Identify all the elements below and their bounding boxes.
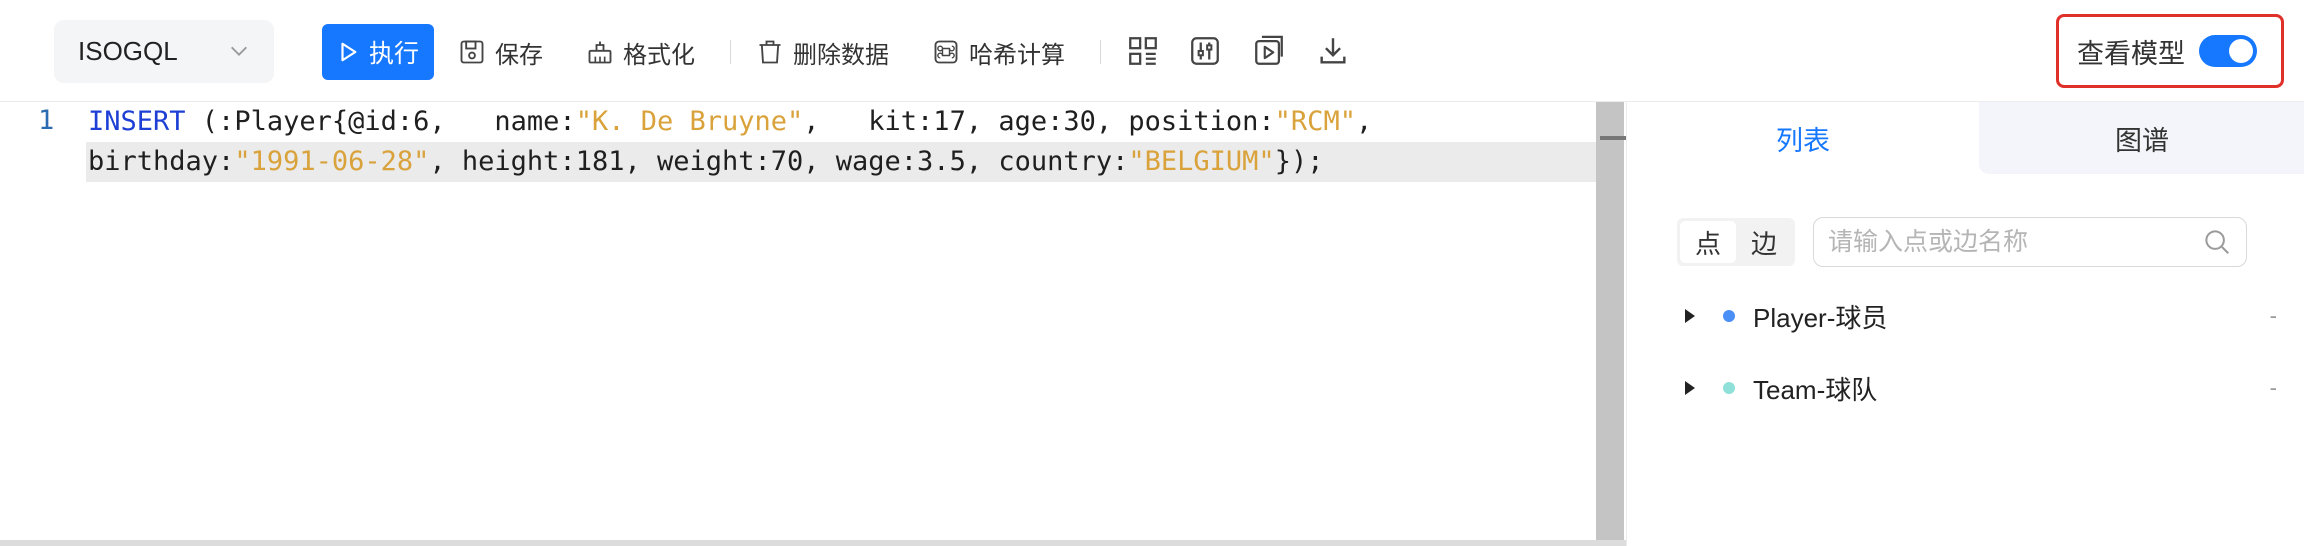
hash-calc-button[interactable]: 哈希计算 bbox=[932, 24, 1065, 80]
editor-scrollbar[interactable] bbox=[1596, 102, 1624, 540]
delete-data-button-label: 删除数据 bbox=[793, 41, 889, 69]
tab-graph[interactable]: 图谱 bbox=[1979, 102, 2304, 174]
format-button-label: 格式化 bbox=[623, 41, 695, 69]
run-button[interactable]: 执行 bbox=[322, 24, 434, 80]
switch-knob bbox=[2229, 39, 2253, 63]
caret-right-icon[interactable] bbox=[1683, 379, 1697, 397]
code-string: "1991-06-28" bbox=[234, 146, 430, 177]
code-string: "BELGIUM" bbox=[1128, 146, 1275, 177]
editor-bottom-scrollbar[interactable] bbox=[0, 540, 1626, 546]
toolbar-divider bbox=[730, 40, 731, 64]
brush-icon bbox=[588, 41, 612, 64]
format-button[interactable]: 格式化 bbox=[586, 24, 695, 80]
tab-list[interactable]: 列表 bbox=[1627, 102, 1979, 174]
caret-right-icon[interactable] bbox=[1683, 307, 1697, 325]
list-item-tail: - bbox=[2269, 303, 2277, 328]
line-number: 1 bbox=[38, 105, 55, 136]
code-line-1: INSERT (:Player{@id:6, name:"K. De Bruyn… bbox=[88, 102, 1372, 142]
code-text: , bbox=[1355, 106, 1373, 137]
segment-edge[interactable]: 边 bbox=[1736, 221, 1792, 263]
vertex-color-dot bbox=[1723, 382, 1735, 394]
view-model-toggle-group: 查看模型 bbox=[2056, 14, 2284, 88]
hash-calc-button-label: 哈希计算 bbox=[969, 41, 1065, 69]
play-icon bbox=[341, 42, 357, 62]
search-icon[interactable] bbox=[2202, 227, 2232, 257]
list-item-label: Player-球员 bbox=[1753, 302, 1888, 333]
run-button-label: 执行 bbox=[368, 40, 419, 68]
code-string: "K. De Bruyne" bbox=[575, 106, 804, 137]
list-item-label: Team-球队 bbox=[1753, 374, 1878, 405]
chevron-down-icon bbox=[231, 46, 247, 56]
command-icon bbox=[934, 40, 958, 64]
save-button[interactable]: 保存 bbox=[458, 24, 543, 80]
search-box bbox=[1813, 217, 2247, 267]
code-string: "RCM" bbox=[1274, 106, 1356, 137]
app-root: ISOGQL 执行 保存 格式化 删除数据 哈希计算 查看模型 1 INSERT… bbox=[0, 0, 2304, 546]
save-button-label: 保存 bbox=[495, 41, 543, 69]
model-panel: 列表 图谱 点 边 Player-球员 - Team-球队 - bbox=[1626, 102, 2304, 546]
code-line-2: birthday:"1991-06-28", height:181, weigh… bbox=[88, 142, 1323, 182]
list-item[interactable]: Player-球员 - bbox=[1677, 296, 2277, 336]
list-item-tail: - bbox=[2269, 375, 2277, 400]
vertex-edge-segment: 点 边 bbox=[1677, 218, 1795, 266]
toolbar: ISOGQL 执行 保存 格式化 删除数据 哈希计算 查看模型 bbox=[0, 0, 2304, 102]
scrollbar-cursor-marker bbox=[1600, 136, 1626, 140]
view-model-label: 查看模型 bbox=[2077, 38, 2185, 69]
grid-layout-icon[interactable] bbox=[1126, 34, 1160, 68]
code-text: , height:181, weight:70, wage:3.5, count… bbox=[429, 146, 1129, 177]
toolbar-divider bbox=[1100, 40, 1101, 64]
code-keyword: INSERT bbox=[88, 106, 186, 137]
language-select[interactable]: ISOGQL bbox=[54, 20, 274, 83]
save-icon bbox=[460, 40, 484, 64]
code-editor[interactable]: 1 INSERT (:Player{@id:6, name:"K. De Bru… bbox=[0, 102, 1626, 540]
code-text: }); bbox=[1274, 146, 1324, 177]
delete-data-button[interactable]: 删除数据 bbox=[756, 24, 889, 80]
code-text: birthday: bbox=[88, 146, 235, 177]
trash-icon bbox=[759, 40, 781, 64]
list-item[interactable]: Team-球队 - bbox=[1677, 368, 2277, 408]
segment-vertex[interactable]: 点 bbox=[1680, 221, 1736, 263]
vertex-color-dot bbox=[1723, 310, 1735, 322]
search-input[interactable] bbox=[1828, 227, 2202, 257]
download-icon[interactable] bbox=[1316, 34, 1350, 68]
code-text: , kit:17, age:30, position: bbox=[803, 106, 1275, 137]
view-model-switch[interactable] bbox=[2199, 35, 2257, 67]
sliders-icon[interactable] bbox=[1188, 34, 1222, 68]
play-panel-icon[interactable] bbox=[1252, 34, 1286, 68]
language-select-value: ISOGQL bbox=[78, 36, 178, 66]
code-text: (:Player{@id:6, name: bbox=[185, 106, 576, 137]
